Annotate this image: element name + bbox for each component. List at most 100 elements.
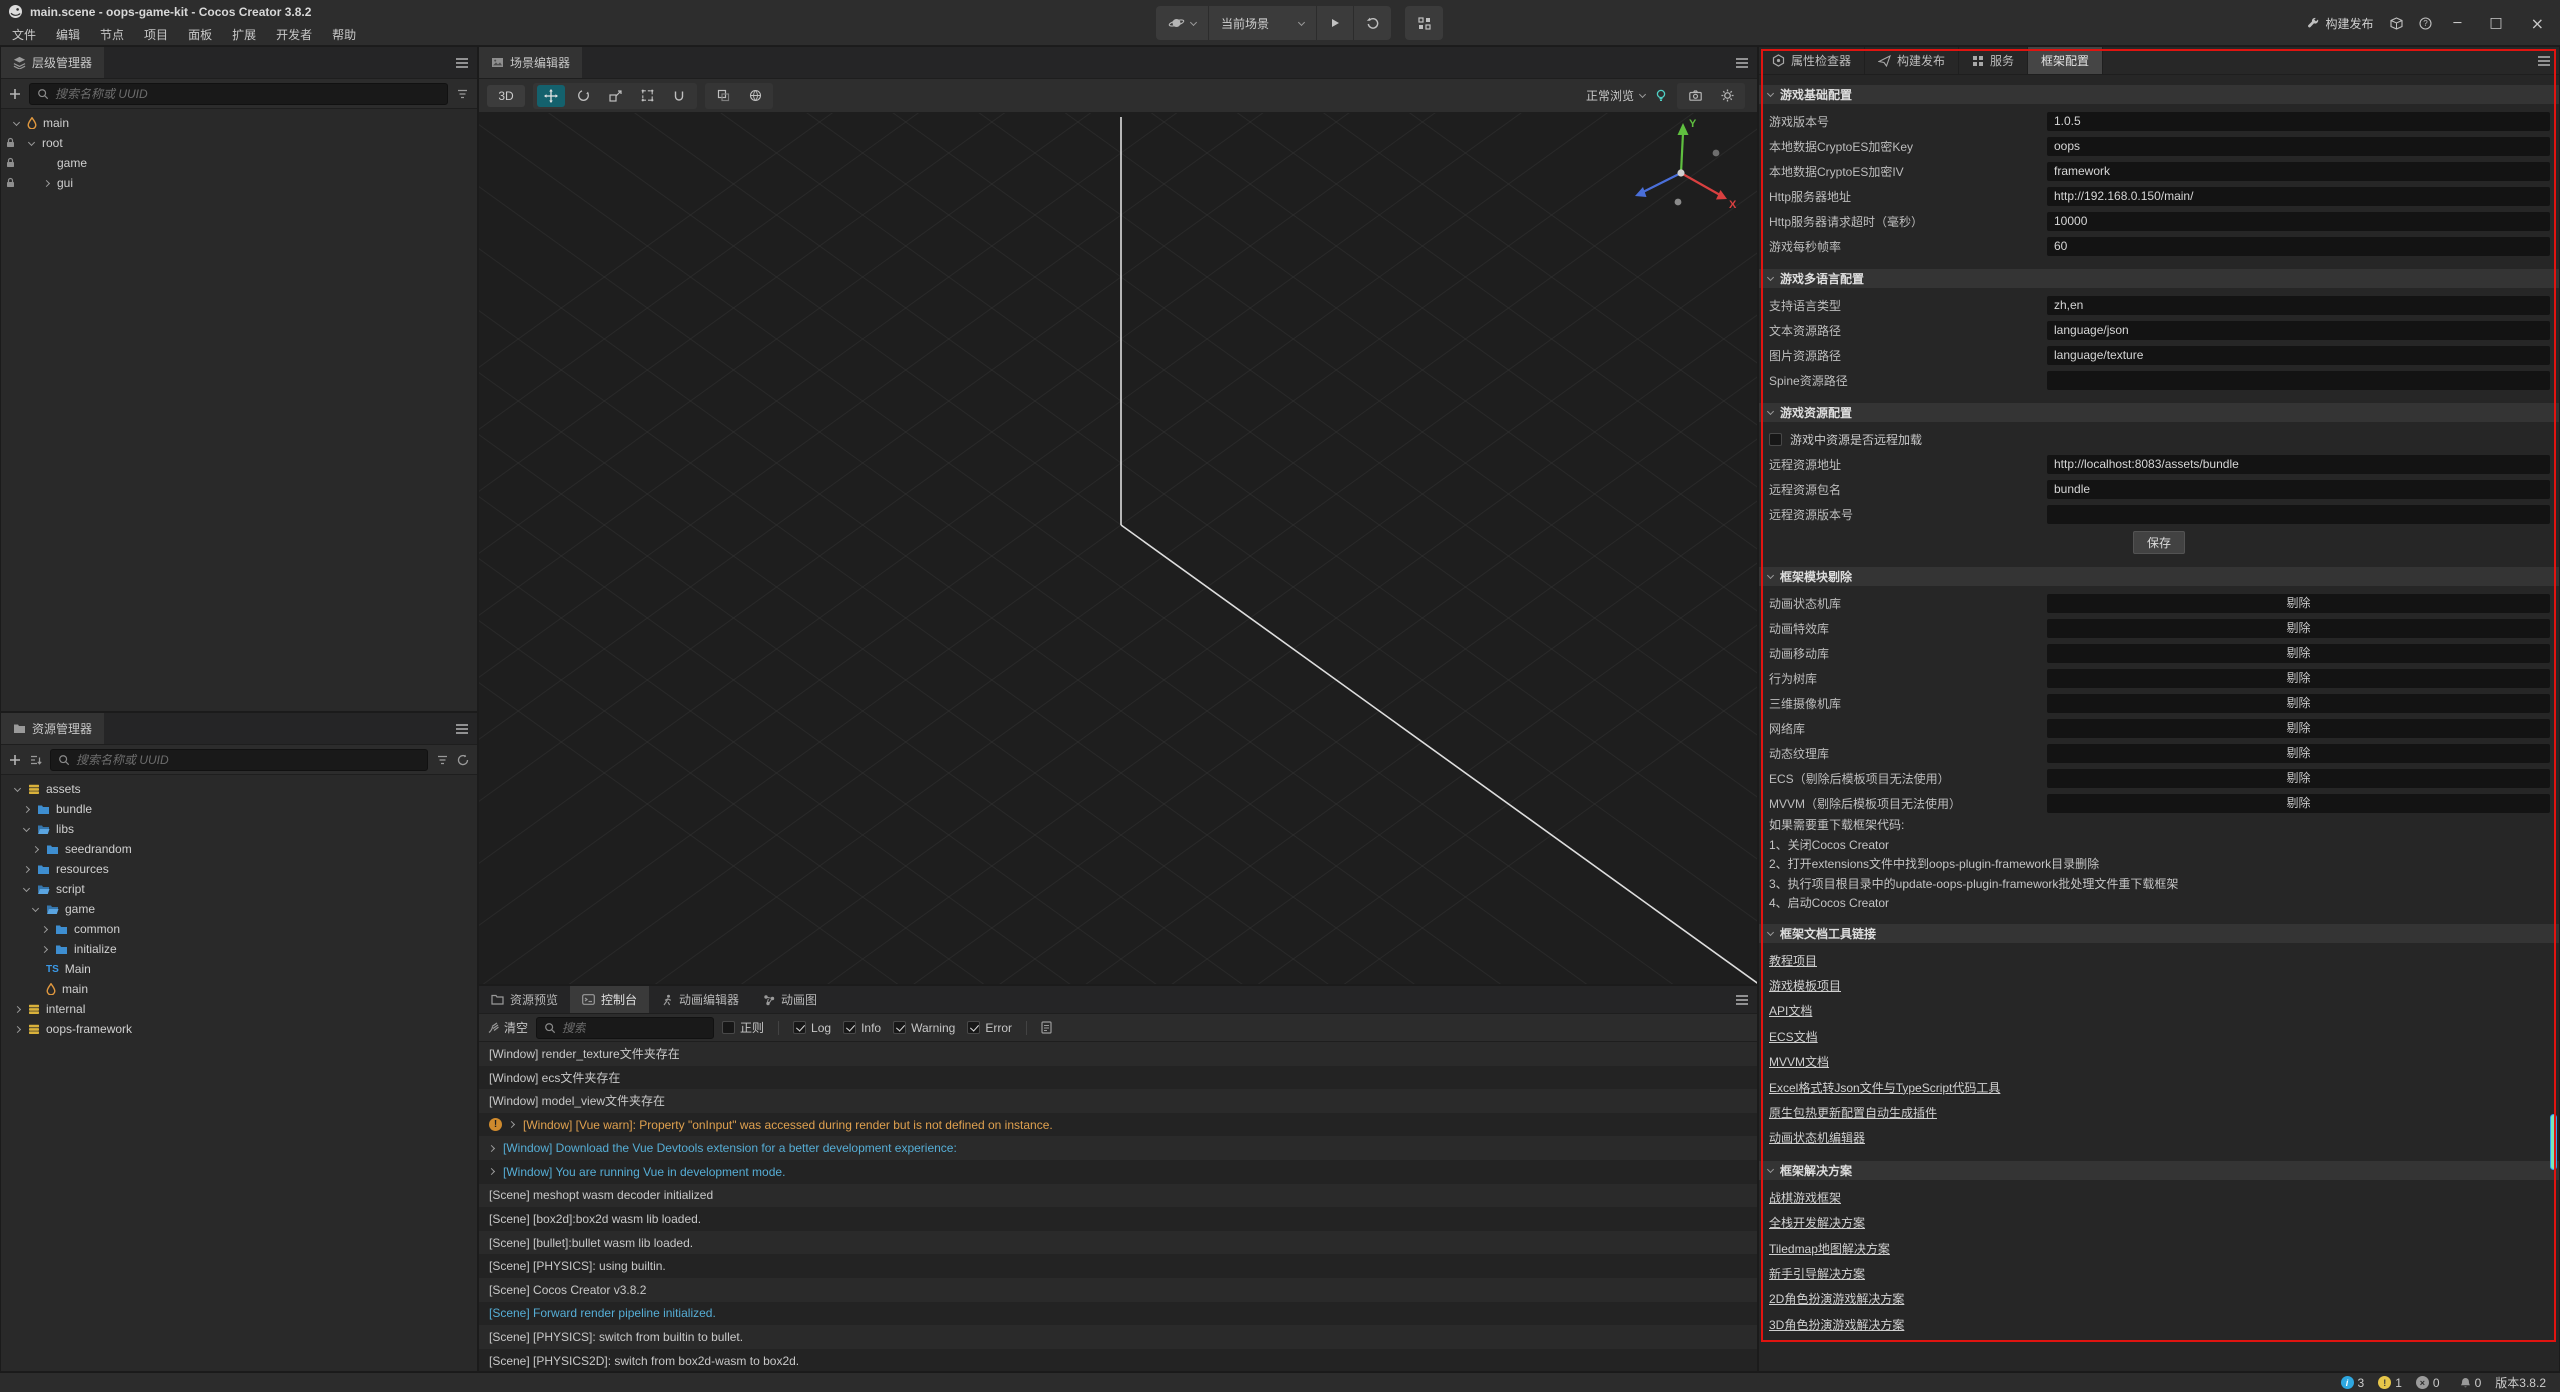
section-header[interactable]: 游戏多语言配置	[1759, 269, 2559, 288]
doc-link[interactable]: 3D角色扮演游戏解决方案	[1769, 1316, 1904, 1333]
log-row[interactable]: [Scene] Cocos Creator v3.8.2	[479, 1278, 1757, 1302]
chevron-right-icon[interactable]	[44, 181, 57, 186]
field-input[interactable]	[2047, 505, 2550, 524]
chevron-down-icon[interactable]	[14, 122, 27, 125]
doc-link[interactable]: Excel格式转Json文件与TypeScript代码工具	[1769, 1079, 2000, 1096]
menu-item-6[interactable]: 开发者	[266, 26, 322, 43]
section-header[interactable]: 游戏基础配置	[1759, 85, 2559, 104]
warning-count[interactable]: ! 1	[2378, 1376, 2402, 1390]
menu-item-2[interactable]: 节点	[90, 26, 134, 43]
axis-gizmo[interactable]: Y X	[1621, 113, 1741, 233]
tree-item-main[interactable]: main	[1, 113, 477, 133]
assets-filter-button[interactable]	[436, 754, 449, 766]
remote-load-checkbox[interactable]	[1769, 433, 1782, 446]
mode-3d-toggle[interactable]: 3D	[487, 85, 525, 107]
field-input[interactable]: language/json	[2047, 321, 2550, 340]
log-row[interactable]: [Window] Download the Vue Devtools exten…	[479, 1136, 1757, 1160]
menu-item-1[interactable]: 编辑	[46, 26, 90, 43]
log-row[interactable]: [Window] ecs文件夹存在	[479, 1066, 1757, 1090]
hierarchy-menu-icon[interactable]	[455, 47, 469, 78]
chevron-down-icon[interactable]	[29, 142, 42, 145]
chevron-down-icon[interactable]	[24, 828, 37, 831]
preview-qr-button[interactable]	[1405, 6, 1443, 40]
menu-item-0[interactable]: 文件	[2, 26, 46, 43]
tree-item-game[interactable]: game	[1, 153, 477, 173]
hierarchy-filter-button[interactable]	[456, 88, 469, 100]
remove-button[interactable]: 剔除	[2047, 794, 2550, 813]
log-detail-icon[interactable]	[1041, 1021, 1052, 1034]
tab-服务[interactable]: 服务	[1959, 47, 2028, 74]
field-input[interactable]: 1.0.5	[2047, 112, 2550, 131]
assets-search-input[interactable]: 搜索名称或 UUID	[50, 749, 428, 771]
menu-item-7[interactable]: 帮助	[322, 26, 366, 43]
expand-chevron-icon[interactable]	[488, 1145, 495, 1152]
tree-item-internal[interactable]: internal	[1, 999, 477, 1019]
save-button[interactable]: 保存	[2133, 531, 2185, 554]
view-mode-select[interactable]: 正常浏览	[1586, 87, 1645, 104]
remove-button[interactable]: 剔除	[2047, 669, 2550, 688]
tree-item-bundle[interactable]: bundle	[1, 799, 477, 819]
hierarchy-search-input[interactable]: 搜索名称或 UUID	[29, 83, 448, 105]
scene-menu-icon[interactable]	[1735, 47, 1749, 78]
log-row[interactable]: [Window] model_view文件夹存在	[479, 1089, 1757, 1113]
expand-chevron-icon[interactable]	[488, 1168, 495, 1175]
scene-select[interactable]: 当前场景	[1209, 6, 1317, 40]
scene-settings-button[interactable]	[1713, 85, 1741, 107]
filter-log-checkbox[interactable]: Log	[793, 1021, 831, 1035]
remove-button[interactable]: 剔除	[2047, 644, 2550, 663]
filter-error-checkbox[interactable]: Error	[967, 1021, 1012, 1035]
tree-item-seedrandom[interactable]: seedrandom	[1, 839, 477, 859]
maximize-button[interactable]	[2483, 15, 2508, 31]
doc-link[interactable]: 教程项目	[1769, 952, 1817, 969]
sort-assets-button[interactable]	[29, 754, 42, 766]
refresh-assets-button[interactable]	[457, 754, 469, 766]
tree-item-initialize[interactable]: initialize	[1, 939, 477, 959]
scene-camera-button[interactable]	[1681, 85, 1709, 107]
tree-item-game[interactable]: game	[1, 899, 477, 919]
menu-item-5[interactable]: 扩展	[222, 26, 266, 43]
inspector-menu-icon[interactable]	[2537, 47, 2551, 74]
build-publish-button[interactable]: 构建发布	[2307, 15, 2374, 32]
log-row[interactable]: [Scene] [bullet]:bullet wasm lib loaded.	[479, 1231, 1757, 1255]
assets-menu-icon[interactable]	[455, 713, 469, 744]
tree-item-assets[interactable]: assets	[1, 779, 477, 799]
menu-item-4[interactable]: 面板	[178, 26, 222, 43]
tab-属性检查器[interactable]: 属性检查器	[1759, 47, 1865, 74]
coordinate-toggle-button[interactable]	[741, 85, 769, 107]
log-row[interactable]: [Scene] Forward render pipeline initiali…	[479, 1302, 1757, 1326]
clear-console-button[interactable]: 清空	[487, 1019, 528, 1036]
filter-info-checkbox[interactable]: Info	[843, 1021, 881, 1035]
move-tool-button[interactable]	[537, 85, 565, 107]
scale-tool-button[interactable]	[601, 85, 629, 107]
console-search-input[interactable]: 搜索	[536, 1017, 714, 1039]
tab-框架配置[interactable]: 框架配置	[2028, 47, 2103, 74]
notification-count[interactable]: 0	[2460, 1376, 2482, 1390]
chevron-right-icon[interactable]	[42, 927, 55, 932]
inspector-scrollbar-thumb[interactable]	[2550, 1114, 2557, 1170]
remove-button[interactable]: 剔除	[2047, 769, 2550, 788]
field-input[interactable]	[2047, 371, 2550, 390]
section-header[interactable]: 框架文档工具链接	[1759, 924, 2559, 943]
platform-select[interactable]	[1156, 6, 1209, 40]
chevron-down-icon[interactable]	[33, 908, 46, 911]
field-input[interactable]: 10000	[2047, 212, 2550, 231]
tab-动画图[interactable]: 动画图	[751, 986, 829, 1013]
field-input[interactable]: 60	[2047, 237, 2550, 256]
field-input[interactable]: language/texture	[2047, 346, 2550, 365]
doc-link[interactable]: Tiledmap地图解决方案	[1769, 1240, 1890, 1257]
remove-button[interactable]: 剔除	[2047, 719, 2550, 738]
tree-item-script[interactable]: script	[1, 879, 477, 899]
chevron-right-icon[interactable]	[24, 867, 37, 872]
section-header[interactable]: 框架解决方案	[1759, 1161, 2559, 1180]
help-icon[interactable]: ?	[2419, 17, 2432, 30]
chevron-right-icon[interactable]	[24, 807, 37, 812]
rotate-tool-button[interactable]	[569, 85, 597, 107]
error-count[interactable]: × 0	[2416, 1376, 2440, 1390]
log-row[interactable]: [Scene] [box2d]:box2d wasm lib loaded.	[479, 1207, 1757, 1231]
chevron-right-icon[interactable]	[42, 947, 55, 952]
close-button[interactable]	[2525, 14, 2550, 33]
rect-tool-button[interactable]	[633, 85, 661, 107]
gizmo-union-button[interactable]	[665, 85, 693, 107]
tab-assets[interactable]: 资源管理器	[1, 713, 104, 744]
remove-button[interactable]: 剔除	[2047, 694, 2550, 713]
